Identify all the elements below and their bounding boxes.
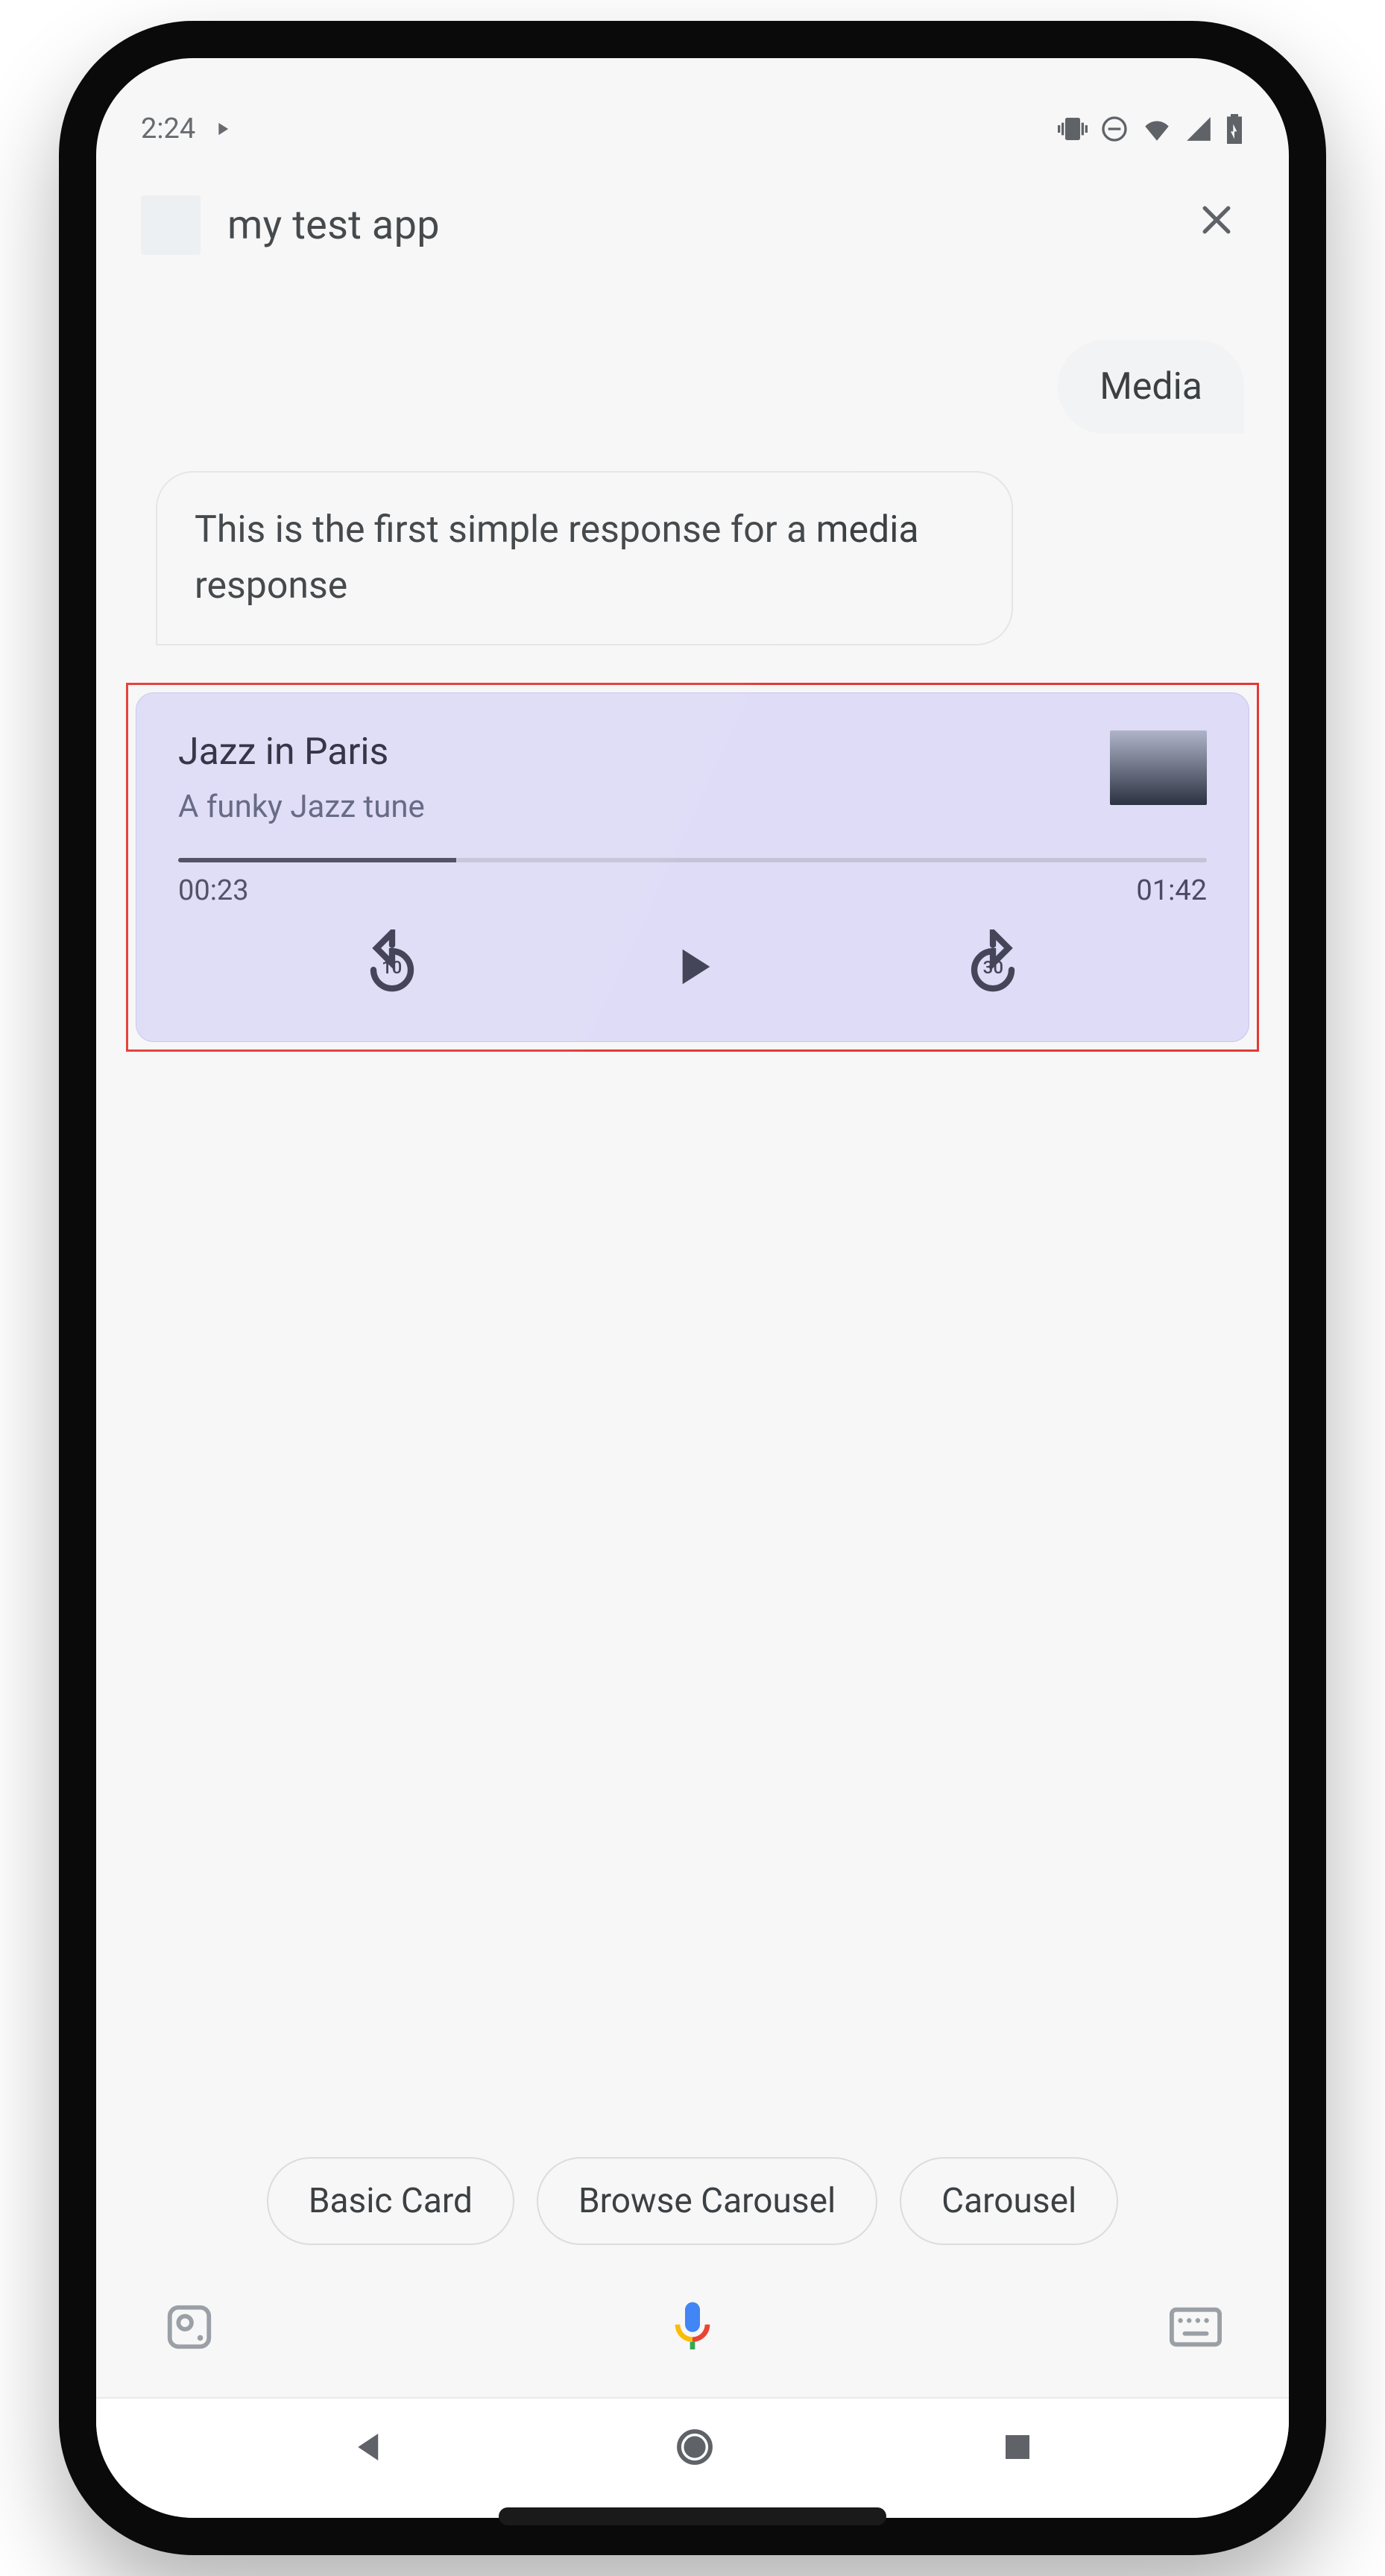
- nav-back-button[interactable]: [350, 2427, 390, 2467]
- album-art: [1110, 730, 1207, 805]
- app-header: my test app: [96, 170, 1289, 295]
- progress-bar[interactable]: [178, 858, 1207, 862]
- app-title: my test app: [227, 202, 1162, 249]
- keyboard-icon[interactable]: [1170, 2306, 1222, 2351]
- chip-browse-carousel[interactable]: Browse Carousel: [537, 2157, 877, 2245]
- signal-icon: [1184, 115, 1213, 143]
- close-button[interactable]: [1189, 192, 1244, 258]
- user-message: Media: [1058, 340, 1244, 434]
- wifi-icon: [1141, 113, 1173, 145]
- suggestion-chips: Basic Card Browse Carousel Carousel: [96, 2135, 1289, 2267]
- media-card: Jazz in Paris A funky Jazz tune 00:23 01…: [136, 692, 1249, 1042]
- media-title: Jazz in Paris: [178, 730, 425, 774]
- screen: 2:24: [96, 58, 1289, 2518]
- forward-seconds: 30: [983, 957, 1003, 978]
- assistant-message-row: This is the first simple response for a …: [96, 464, 1289, 675]
- progress-fill: [178, 858, 456, 862]
- rewind-button[interactable]: 10: [355, 929, 429, 1004]
- user-message-row: Media: [96, 295, 1289, 464]
- app-icon: [141, 195, 201, 255]
- rewind-seconds: 10: [382, 957, 402, 978]
- lens-icon[interactable]: [163, 2301, 215, 2356]
- vibrate-icon: [1058, 114, 1088, 144]
- play-indicator-icon: [212, 119, 233, 139]
- chip-carousel[interactable]: Carousel: [900, 2157, 1118, 2245]
- clock: 2:24: [141, 113, 195, 145]
- dnd-icon: [1100, 114, 1129, 144]
- play-button[interactable]: [663, 937, 722, 997]
- mic-icon[interactable]: [663, 2297, 722, 2360]
- nav-recent-button[interactable]: [1000, 2429, 1035, 2465]
- status-bar: 2:24: [96, 88, 1289, 170]
- media-subtitle: A funky Jazz tune: [178, 789, 425, 825]
- total-time: 01:42: [1136, 874, 1207, 907]
- forward-button[interactable]: 30: [956, 929, 1030, 1004]
- input-bar: [96, 2267, 1289, 2399]
- elapsed-time: 00:23: [178, 874, 249, 907]
- android-nav-bar: [96, 2399, 1289, 2518]
- phone-frame: 2:24: [59, 21, 1326, 2555]
- assistant-message: This is the first simple response for a …: [156, 471, 1013, 645]
- battery-charging-icon: [1225, 114, 1244, 144]
- media-card-highlight: Jazz in Paris A funky Jazz tune 00:23 01…: [126, 683, 1259, 1052]
- nav-home-button[interactable]: [674, 2426, 716, 2468]
- chip-basic-card[interactable]: Basic Card: [267, 2157, 514, 2245]
